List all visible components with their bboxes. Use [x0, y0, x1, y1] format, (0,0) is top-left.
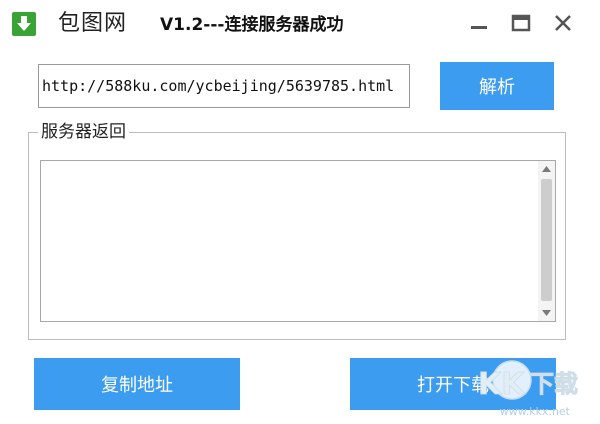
close-button[interactable] — [550, 10, 576, 36]
maximize-icon — [511, 14, 531, 32]
svg-text:KK: KK — [478, 367, 526, 402]
minimize-button[interactable] — [466, 10, 492, 36]
scroll-up-arrow-icon — [542, 166, 551, 172]
maximize-button[interactable] — [508, 10, 534, 36]
connection-status: V1.2---连接服务器成功 — [160, 15, 344, 35]
scroll-down-arrow-icon — [542, 310, 551, 316]
app-title: 包图网 — [58, 11, 128, 36]
parse-button[interactable]: 解析 — [440, 62, 554, 110]
url-input[interactable] — [38, 64, 410, 108]
server-response-textarea[interactable] — [40, 160, 556, 322]
scrollbar-thumb[interactable] — [541, 179, 552, 301]
close-icon — [555, 15, 571, 31]
scroll-down-button[interactable] — [538, 305, 555, 321]
minimize-icon — [471, 26, 487, 29]
kk-logo-icon: KK 下载 — [478, 360, 578, 402]
kkx-watermark-logo: KK 下载 www.kkx.net — [472, 358, 592, 420]
watermark-url: www.kkx.net — [499, 405, 570, 418]
scroll-up-button[interactable] — [538, 161, 555, 177]
server-response-label: 服务器返回 — [38, 121, 129, 143]
app-download-icon — [12, 12, 36, 36]
copy-address-button[interactable]: 复制地址 — [34, 358, 240, 410]
svg-text:下载: 下载 — [530, 370, 578, 398]
app-window: 包图网 V1.2---连接服务器成功 解析 服务器返回 — [0, 0, 600, 424]
vertical-scrollbar[interactable] — [538, 161, 555, 321]
